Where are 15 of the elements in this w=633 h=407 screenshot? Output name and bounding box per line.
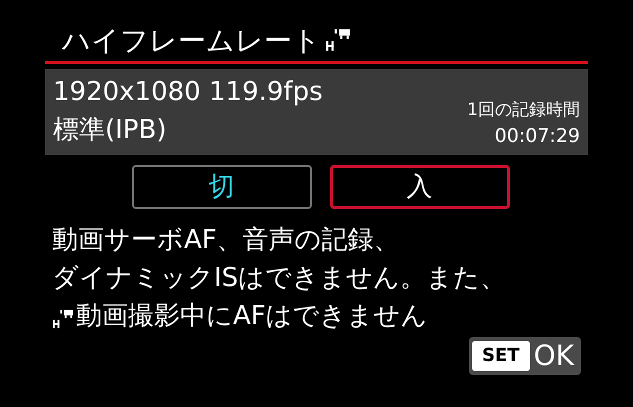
option-button[interactable]: 入: [330, 165, 510, 209]
ok-label: OK: [534, 342, 576, 370]
movie-format: 1920x1080 119.9fps: [53, 76, 323, 109]
high-frame-rate-icon: [325, 28, 351, 52]
high-frame-rate-icon: [52, 309, 74, 329]
notice-text: ダイナミックISはできません。また、: [52, 262, 506, 295]
option-button[interactable]: 切: [132, 165, 312, 209]
set-key: SET: [472, 341, 530, 371]
screen-title: ハイフレームレート: [62, 24, 321, 58]
compression-method: 標準(IPB): [53, 114, 168, 147]
recording-time-label: 1回の記録時間: [467, 99, 580, 122]
notice-text: 動画撮影中にAFはできません: [76, 300, 428, 333]
set-ok-button[interactable]: SET OK: [469, 337, 581, 375]
notice-text: 動画サーボAF、音声の記録、: [52, 224, 400, 257]
recording-time-value: 00:07:29: [494, 124, 580, 149]
